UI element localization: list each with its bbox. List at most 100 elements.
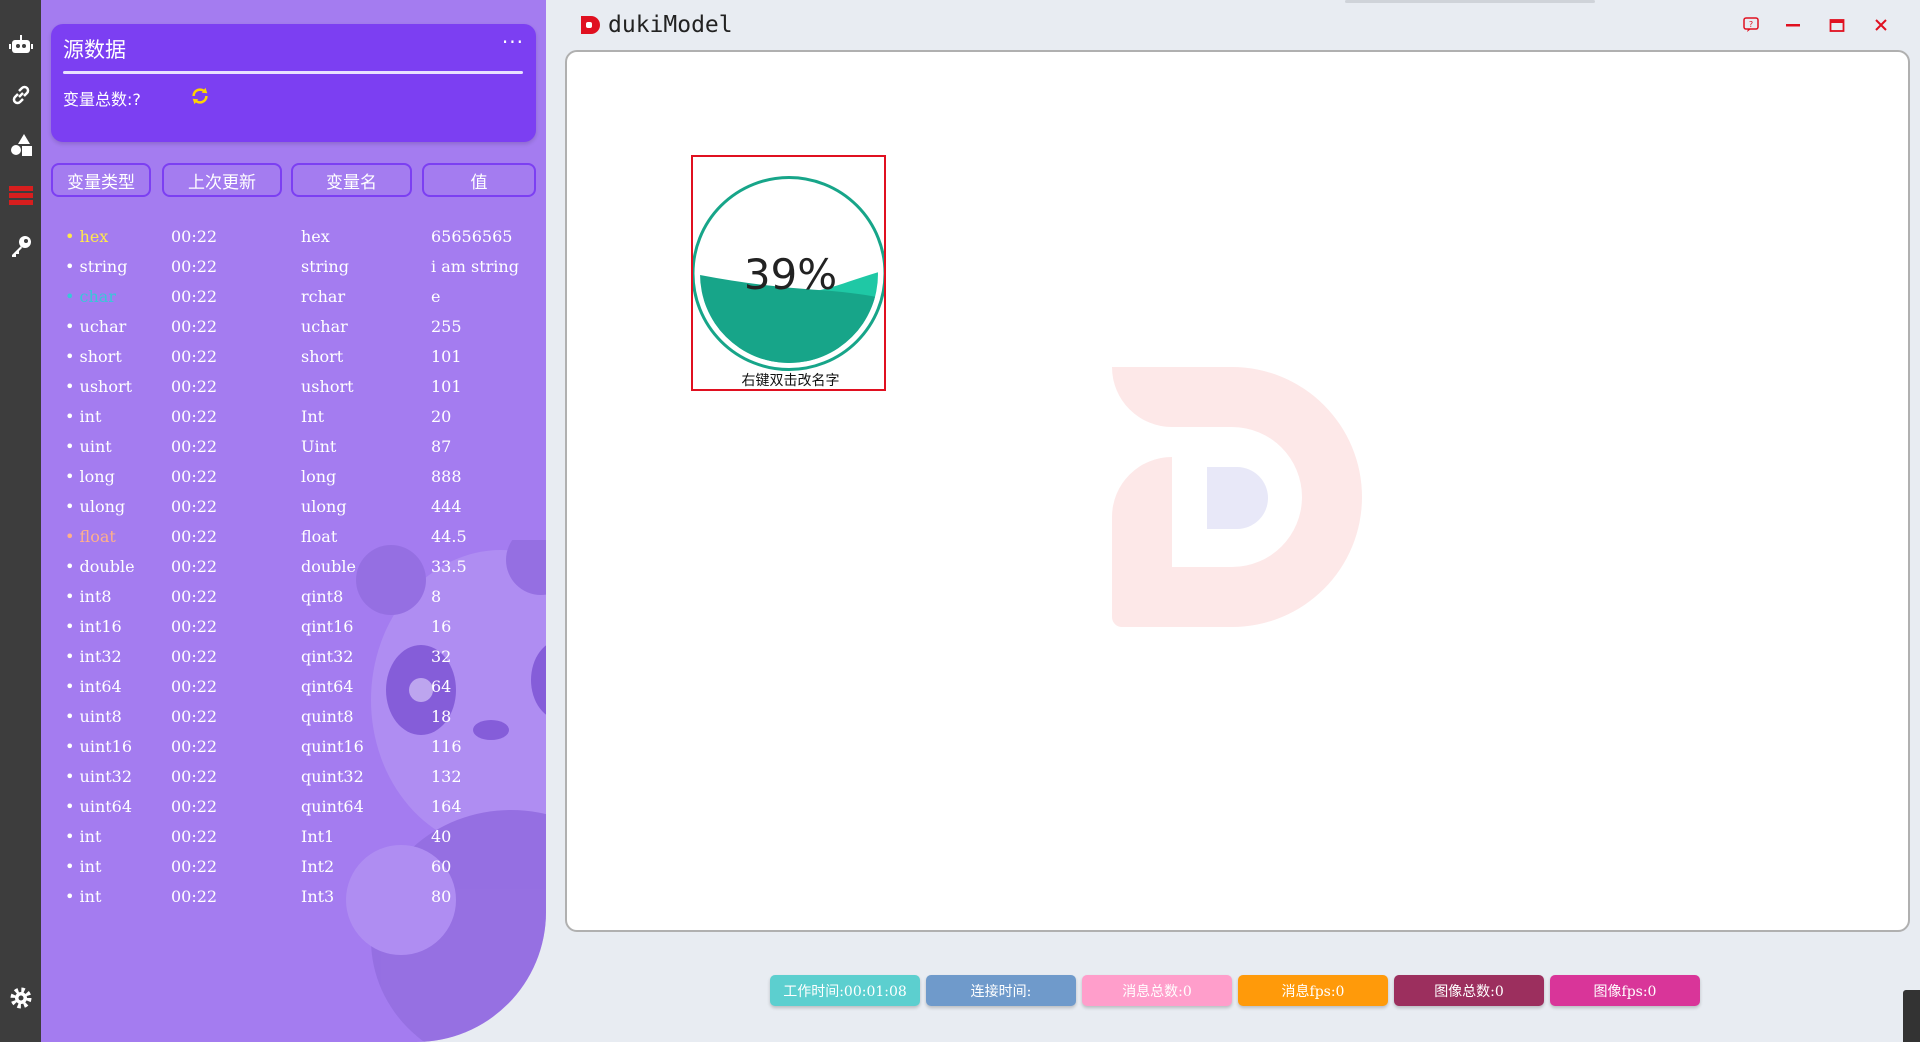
variable-row[interactable]: • uint8 00:22 quint8 18 [41, 707, 546, 737]
variable-row[interactable]: • long 00:22 long 888 [41, 467, 546, 497]
variable-value: 164 [431, 797, 462, 816]
variable-name: qint8 [301, 587, 344, 606]
variable-row[interactable]: • ulong 00:22 ulong 444 [41, 497, 546, 527]
variable-row[interactable]: • hex 00:22 hex 65656565 [41, 227, 546, 257]
variable-updated: 00:22 [171, 347, 218, 366]
variable-updated: 00:22 [171, 857, 218, 876]
variable-value: 255 [431, 317, 462, 336]
top-scroll-indicator [1345, 0, 1595, 3]
variable-updated: 00:22 [171, 677, 218, 696]
variable-row[interactable]: • double 00:22 double 33.5 [41, 557, 546, 587]
variable-updated: 00:22 [171, 887, 218, 906]
variable-updated: 00:22 [171, 287, 218, 306]
header-card: 源数据 ··· 变量总数:? [51, 24, 536, 142]
variable-row[interactable]: • int32 00:22 qint32 32 [41, 647, 546, 677]
variable-name: short [301, 347, 344, 366]
status-pill: 图像总数:0 [1394, 975, 1544, 1006]
variable-value: 33.5 [431, 557, 467, 576]
variable-value: 32 [431, 647, 452, 666]
refresh-icon[interactable] [189, 85, 211, 107]
variable-row[interactable]: • short 00:22 short 101 [41, 347, 546, 377]
variable-row[interactable]: • float 00:22 float 44.5 [41, 527, 546, 557]
database-icon[interactable] [8, 183, 34, 209]
variable-updated: 00:22 [171, 797, 218, 816]
variable-name: float [301, 527, 338, 546]
variable-value: 132 [431, 767, 462, 786]
variable-value: 40 [431, 827, 452, 846]
panel-title: 源数据 [63, 38, 126, 62]
variable-row[interactable]: • ushort 00:22 ushort 101 [41, 377, 546, 407]
settings-icon[interactable] [8, 985, 34, 1011]
variable-type: • int [65, 887, 102, 906]
variable-row[interactable]: • int8 00:22 qint8 8 [41, 587, 546, 617]
variable-value: 65656565 [431, 227, 513, 246]
header-divider [63, 71, 523, 74]
variable-updated: 00:22 [171, 317, 218, 336]
variable-value: 64 [431, 677, 452, 696]
variable-row[interactable]: • uint32 00:22 quint32 132 [41, 767, 546, 797]
variable-type: • int32 [65, 647, 122, 666]
variable-row[interactable]: • uint64 00:22 quint64 164 [41, 797, 546, 827]
variable-type: • long [65, 467, 115, 486]
variable-name: Int3 [301, 887, 335, 906]
variable-name: uchar [301, 317, 348, 336]
variable-row[interactable]: • int 00:22 Int2 60 [41, 857, 546, 887]
shapes-icon[interactable] [8, 132, 34, 158]
variable-updated: 00:22 [171, 827, 218, 846]
variable-value: 44.5 [431, 527, 467, 546]
variable-type: • float [65, 527, 116, 546]
variable-row[interactable]: • int16 00:22 qint16 16 [41, 617, 546, 647]
variable-row[interactable]: • int64 00:22 qint64 64 [41, 677, 546, 707]
variable-value: 18 [431, 707, 452, 726]
close-icon[interactable] [1870, 14, 1892, 36]
variable-type: • int [65, 407, 102, 426]
app-logo-icon [581, 16, 600, 34]
variable-value: i am string [431, 257, 519, 276]
link-icon[interactable] [8, 82, 34, 108]
variable-updated: 00:22 [171, 437, 218, 456]
minimize-icon[interactable] [1782, 14, 1804, 36]
variable-count: 变量总数:? [63, 90, 141, 109]
variable-updated: 00:22 [171, 647, 218, 666]
robot-icon[interactable] [8, 32, 34, 58]
widget-caption: 右键双击改名字 [741, 373, 840, 389]
variable-name: Int2 [301, 857, 335, 876]
more-menu-button[interactable]: ··· [502, 32, 524, 52]
variable-list: • hex 00:22 hex 65656565 • string 00:22 string… [41, 227, 546, 917]
variable-updated: 00:22 [171, 767, 218, 786]
variable-name: ulong [301, 497, 347, 516]
variable-type: • char [65, 287, 116, 306]
key-icon[interactable] [8, 233, 34, 259]
variable-row[interactable]: • char 00:22 rchar e [41, 287, 546, 317]
variable-name: quint64 [301, 797, 364, 816]
column-value-button[interactable]: 值 [422, 163, 536, 197]
variable-name: Int1 [301, 827, 335, 846]
column-name-button[interactable]: 变量名 [291, 163, 412, 197]
variable-value: 116 [431, 737, 462, 756]
column-type-button[interactable]: 变量类型 [51, 163, 151, 197]
variable-type: • int [65, 827, 102, 846]
variable-row[interactable]: • string 00:22 string i am string [41, 257, 546, 287]
variable-type: • uint64 [65, 797, 133, 816]
maximize-icon[interactable] [1826, 14, 1848, 36]
help-icon[interactable]: ? [1740, 14, 1762, 36]
variable-name: rchar [301, 287, 346, 306]
design-canvas[interactable]: 39% 右键双击改名字 [565, 50, 1910, 932]
variable-row[interactable]: • uchar 00:22 uchar 255 [41, 317, 546, 347]
variable-row[interactable]: • int 00:22 Int 20 [41, 407, 546, 437]
variable-row[interactable]: • int 00:22 Int1 40 [41, 827, 546, 857]
variable-row[interactable]: • int 00:22 Int3 80 [41, 887, 546, 917]
variable-value: 444 [431, 497, 462, 516]
variable-value: 8 [431, 587, 442, 606]
progress-widget[interactable]: 39% 右键双击改名字 [691, 155, 886, 391]
variable-value: 101 [431, 347, 462, 366]
variable-row[interactable]: • uint 00:22 Uint 87 [41, 437, 546, 467]
variable-value: 101 [431, 377, 462, 396]
resize-grip[interactable] [1903, 990, 1920, 1042]
variable-name: ushort [301, 377, 354, 396]
variable-name: quint16 [301, 737, 364, 756]
variable-updated: 00:22 [171, 257, 218, 276]
variable-name: string [301, 257, 349, 276]
variable-row[interactable]: • uint16 00:22 quint16 116 [41, 737, 546, 767]
column-updated-button[interactable]: 上次更新 [162, 163, 282, 197]
